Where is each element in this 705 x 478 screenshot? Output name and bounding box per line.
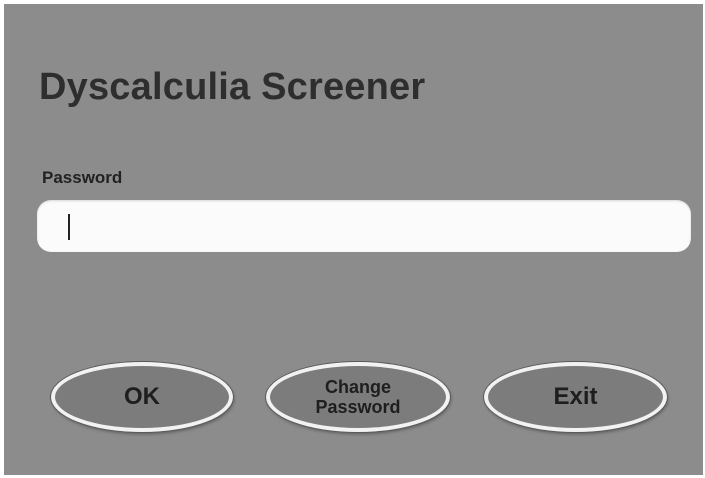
change-password-button[interactable]: Change Password [266, 362, 450, 432]
text-caret [68, 214, 70, 240]
change-password-button-label: Change Password [315, 377, 400, 417]
change-password-label-line2: Password [315, 397, 401, 417]
exit-button-label: Exit [553, 383, 598, 410]
ok-button[interactable]: OK [51, 362, 233, 432]
change-password-label-line1: Change [324, 377, 391, 397]
password-input[interactable] [37, 200, 691, 252]
app-title: Dyscalculia Screener [39, 66, 426, 108]
exit-button[interactable]: Exit [484, 362, 667, 432]
ok-button-label: OK [124, 383, 160, 410]
password-label: Password [42, 168, 123, 187]
login-screen: Dyscalculia Screener Password OK Change … [4, 4, 703, 475]
